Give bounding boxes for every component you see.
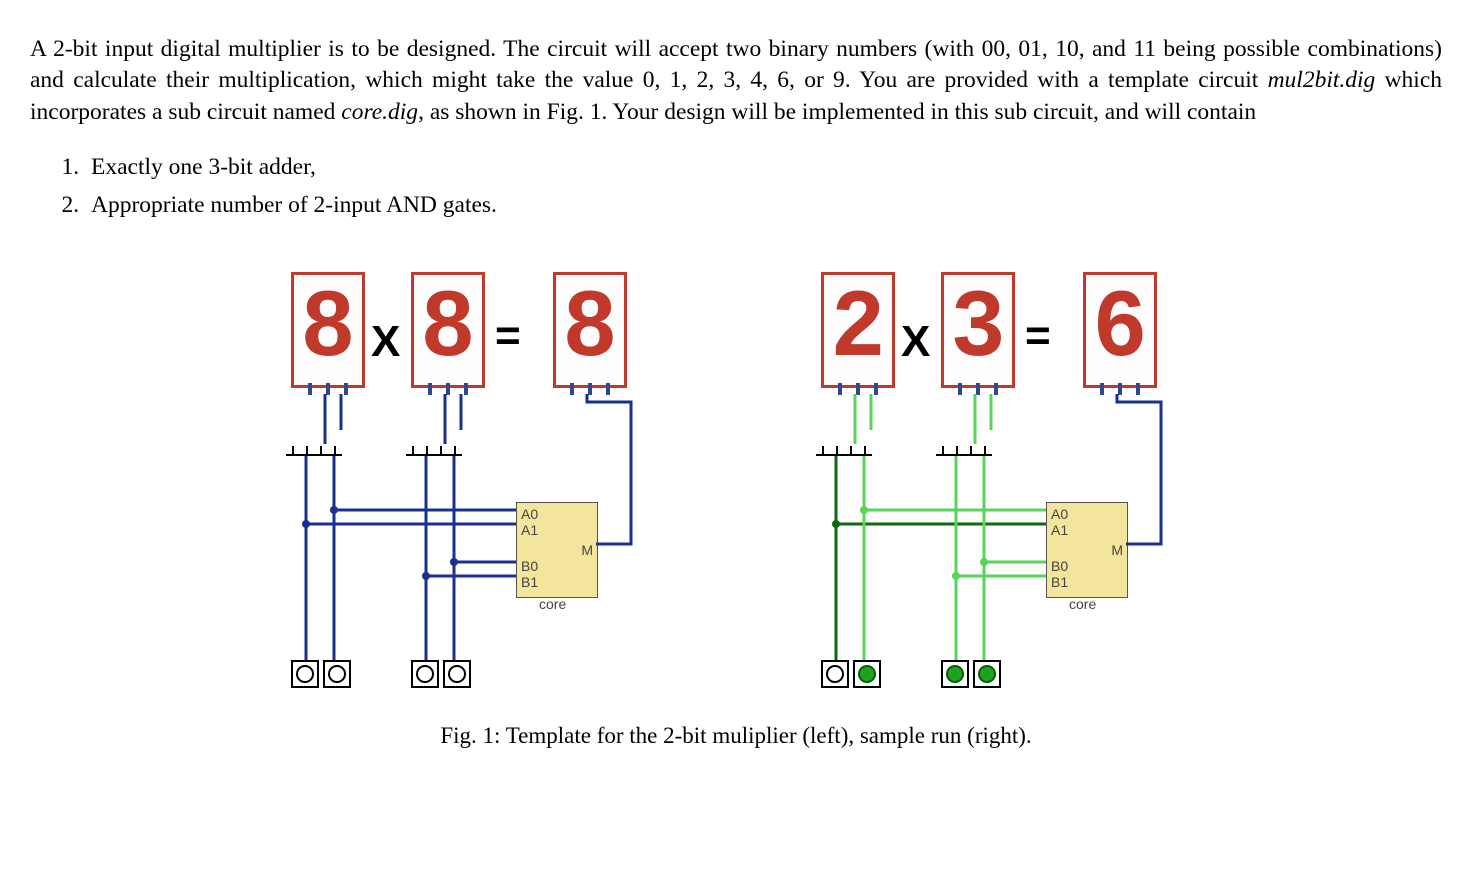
requirements-list: Exactly one 3-bit adder, Appropriate num… [30, 152, 1442, 221]
circuit-left: 8 X 8 = 8 [271, 272, 671, 702]
requirement-text: Appropriate number of 2-input AND gates. [91, 192, 497, 218]
para-text-3: , as shown in Fig. 1. Your design will b… [418, 99, 1256, 125]
filename-core: core.dig [341, 99, 418, 125]
filename-mul2bit: mul2bit.dig [1268, 67, 1376, 93]
requirement-item: Appropriate number of 2-input AND gates. [85, 190, 1442, 222]
requirement-text: Exactly one 3-bit adder, [91, 154, 316, 180]
wire-layer [271, 272, 671, 702]
figure-caption: Fig. 1: Template for the 2-bit muliplier… [30, 720, 1442, 751]
para-text-1: A 2-bit input digital multiplier is to b… [30, 36, 1442, 94]
circuit-right: 2 X 3 = 6 [801, 272, 1201, 702]
requirement-item: Exactly one 3-bit adder, [85, 152, 1442, 184]
figure-area: 8 X 8 = 8 [30, 272, 1442, 751]
problem-paragraph: A 2-bit input digital multiplier is to b… [30, 34, 1442, 129]
wire-layer [801, 272, 1201, 702]
